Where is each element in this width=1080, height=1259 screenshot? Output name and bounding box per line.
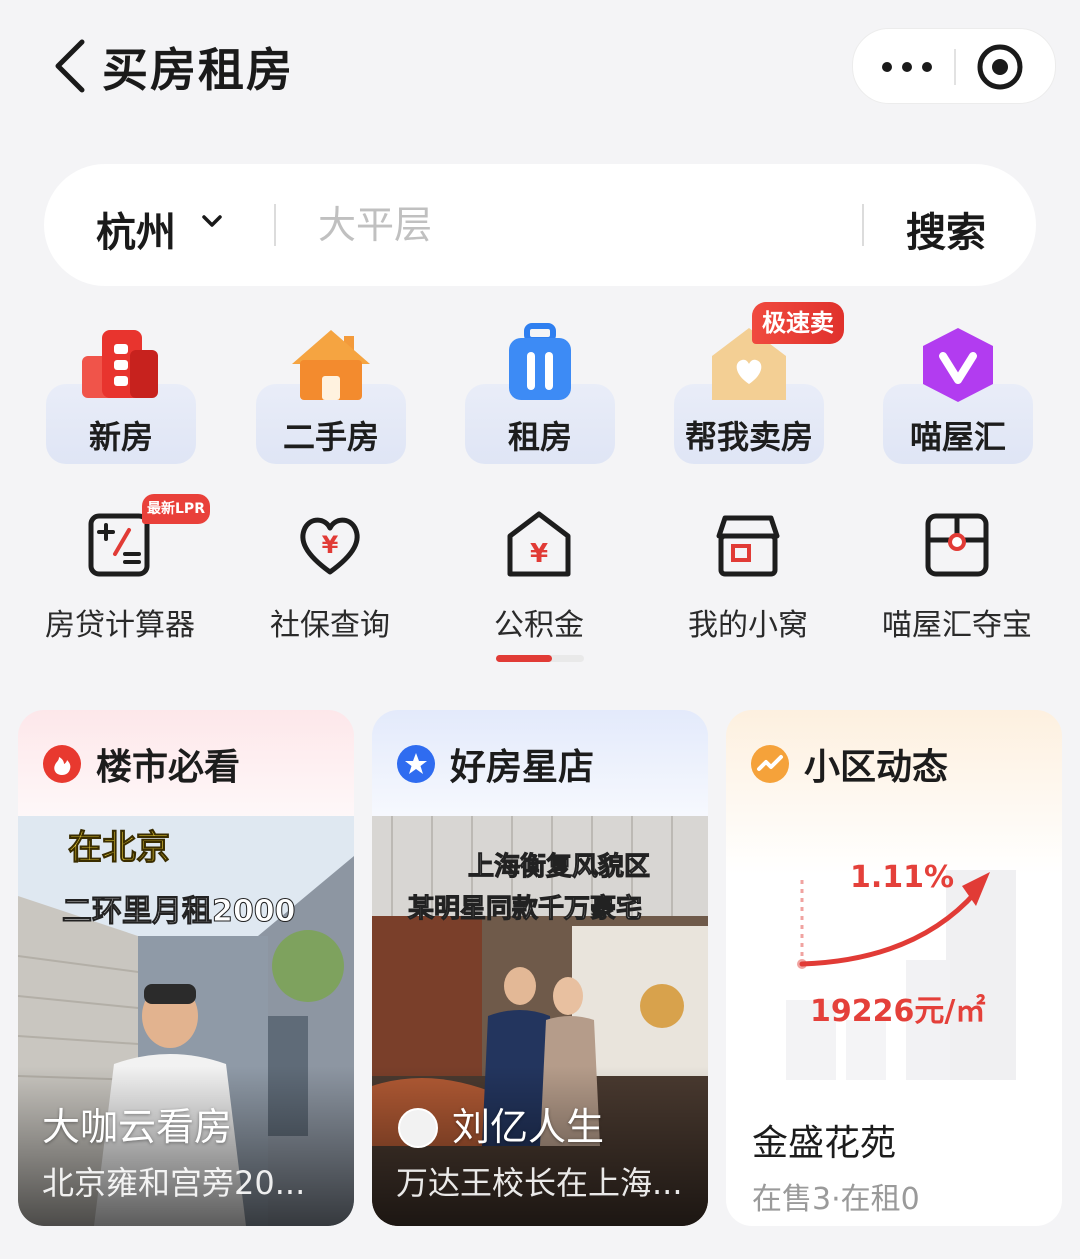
avatar [398, 1108, 438, 1148]
category-rent[interactable]: 租房 [465, 322, 615, 468]
card-community-trend[interactable]: 小区动态 1.11% 19226元/㎡ 金盛花苑 在售3·在租0 [726, 710, 1062, 1226]
card-title: 好房星店 [450, 747, 595, 788]
category-label: 喵屋汇 [909, 418, 1006, 456]
tool-label: 公积金 [494, 608, 584, 643]
tool-housing-fund[interactable]: ¥ 公积金 [449, 508, 629, 648]
category-miaowu[interactable]: 喵屋汇 [883, 322, 1033, 468]
fast-sell-badge: 极速卖 [752, 302, 844, 344]
video-caption-sub: 某明星同款千万豪宅 [407, 894, 643, 925]
community-stats: 在售3·在租0 [752, 1182, 920, 1217]
tool-label: 社保查询 [270, 608, 390, 643]
star-icon [396, 744, 436, 784]
v-badge-icon [913, 322, 1003, 404]
svg-text:¥: ¥ [322, 531, 339, 559]
lpr-badge: 最新LPR [142, 494, 210, 524]
tool-mortgage-calculator[interactable]: 房贷计算器 [30, 508, 210, 648]
video-caption-top: 上海衡复风貌区 [467, 852, 651, 883]
mini-program-capsule [852, 28, 1056, 104]
search-divider [274, 204, 276, 246]
house-yuan-icon: ¥ [504, 508, 574, 580]
community-name: 金盛花苑 [752, 1123, 897, 1164]
search-input[interactable] [316, 198, 840, 252]
tool-label: 房贷计算器 [45, 608, 195, 643]
search-bar: 杭州 搜索 [44, 164, 1036, 286]
store-icon [713, 508, 783, 580]
video-title: 刘亿人生 [452, 1105, 605, 1149]
treasure-box-icon [922, 508, 992, 580]
category-label: 租房 [507, 418, 572, 456]
average-price: 19226元/㎡ [810, 994, 986, 1029]
card-market-must-see[interactable]: 楼市必看 在北京 二环里月租2000 大咖云看房 北京雍和宫旁20... [18, 710, 354, 1226]
card-star-store[interactable]: 好房星店 上海衡复风貌区 某明星同款千万豪宅 刘亿人生 万达王校长在上海... [372, 710, 708, 1226]
video-title: 大咖云看房 [42, 1105, 233, 1149]
video-caption-top: 在北京 [68, 828, 171, 869]
search-divider [862, 204, 864, 246]
tool-social-security[interactable]: ¥ 社保查询 [240, 508, 420, 648]
search-button[interactable]: 搜索 [906, 200, 986, 258]
tool-label: 喵屋汇夺宝 [882, 608, 1032, 643]
city-selector[interactable]: 杭州 [96, 200, 176, 258]
trend-icon [750, 744, 790, 784]
tool-treasure[interactable]: 喵屋汇夺宝 [867, 508, 1047, 648]
price-change: 1.11% [850, 860, 955, 895]
category-new-house[interactable]: 新房 [46, 322, 196, 468]
scroll-indicator-active [496, 655, 552, 662]
house-icon [286, 322, 376, 404]
svg-text:¥: ¥ [530, 539, 548, 569]
luggage-icon [495, 322, 585, 404]
video-subtitle: 北京雍和宫旁20... [42, 1164, 306, 1202]
video-caption-sub: 二环里月租2000 [62, 894, 296, 930]
more-icon[interactable] [875, 47, 959, 87]
category-label: 二手房 [282, 418, 379, 456]
card-title: 小区动态 [804, 747, 949, 788]
card-title: 楼市必看 [96, 747, 241, 788]
capsule-divider [954, 49, 956, 85]
heart-yuan-icon: ¥ [295, 508, 365, 580]
close-target-icon[interactable] [975, 42, 1025, 92]
back-icon[interactable] [48, 36, 98, 96]
video-subtitle: 万达王校长在上海... [396, 1164, 683, 1202]
page-title: 买房租房 [102, 43, 294, 97]
category-label: 新房 [88, 418, 153, 456]
chevron-down-icon[interactable] [200, 212, 224, 232]
tool-label: 我的小窝 [688, 608, 808, 643]
scroll-indicator [496, 655, 584, 662]
video-thumbnail[interactable]: 上海衡复风貌区 某明星同款千万豪宅 刘亿人生 万达王校长在上海... [372, 816, 708, 1226]
video-thumbnail[interactable]: 在北京 二环里月租2000 大咖云看房 北京雍和宫旁20... [18, 816, 354, 1226]
fire-icon [42, 744, 82, 784]
building-icon [76, 322, 166, 404]
tool-my-home[interactable]: 我的小窝 [658, 508, 838, 648]
category-label: 帮我卖房 [684, 418, 813, 456]
app-header: 买房租房 [0, 0, 1080, 130]
category-second-hand[interactable]: 二手房 [256, 322, 406, 468]
